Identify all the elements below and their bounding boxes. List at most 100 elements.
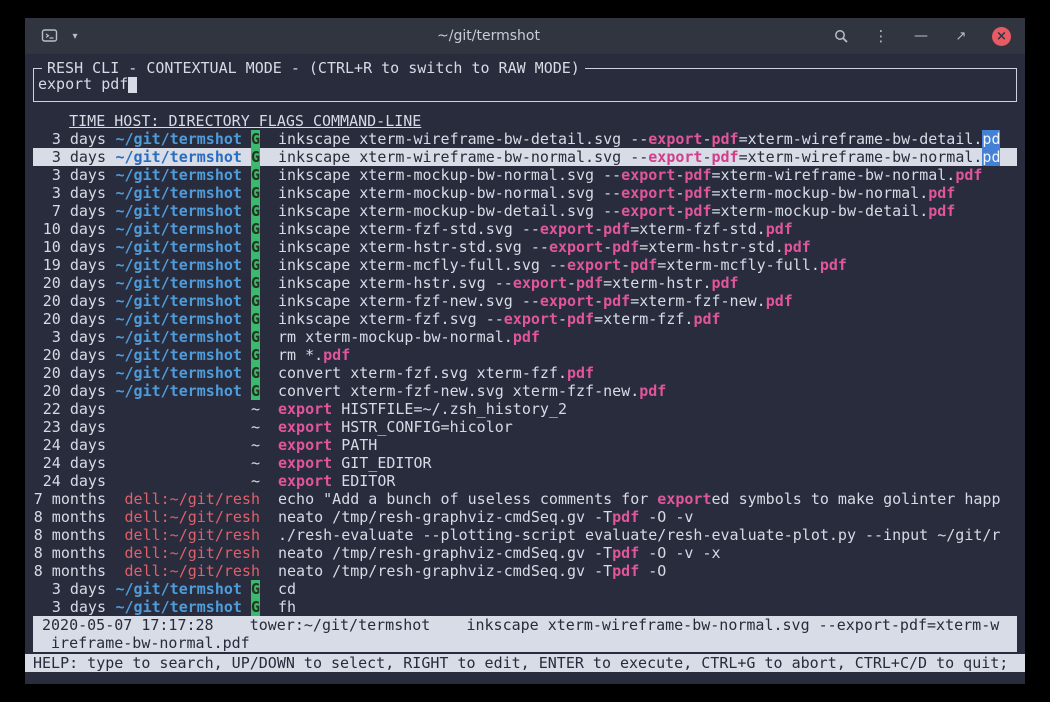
row-time: 3 days — [33, 328, 106, 346]
row-host-dir: ~/git/termshot G — [115, 274, 260, 292]
history-row[interactable]: 3 days ~/git/termshot G rm xterm-mockup-bw… — [33, 328, 1017, 346]
git-flag-badge: G — [251, 202, 260, 220]
row-command: export HISTFILE=~/.zsh_history_2 — [278, 400, 1017, 418]
row-host-dir: ~/git/termshot G — [115, 220, 260, 238]
row-host-dir: ~/git/termshot G — [115, 328, 260, 346]
history-row[interactable]: 8 monthsdell:~/git/resh./resh-evaluate -… — [33, 526, 1017, 544]
row-host-dir: ~/git/termshot G — [115, 202, 260, 220]
restore-button[interactable]: ↗ — [952, 27, 970, 45]
window-title: ~/git/termshot — [145, 28, 832, 44]
row-time: 8 months — [33, 508, 106, 526]
row-host-dir: ~ — [115, 436, 260, 454]
menu-icon[interactable]: ⋮ — [872, 27, 890, 45]
history-row[interactable]: 20 days~/git/termshot Ginkscape xterm-fz… — [33, 292, 1017, 310]
history-row[interactable]: 23 days~export HSTR_CONFIG=hicolor — [33, 418, 1017, 436]
search-icon[interactable] — [832, 27, 850, 45]
row-host-dir: ~/git/termshot G — [115, 346, 260, 364]
terminal-content: RESH CLI - CONTEXTUAL MODE - (CTRL+R to … — [25, 54, 1025, 652]
history-row[interactable]: 8 monthsdell:~/git/reshneato /tmp/resh-g… — [33, 544, 1017, 562]
titlebar: ▾ ~/git/termshot ⋮ — ↗ × — [25, 18, 1025, 54]
row-command: export HSTR_CONFIG=hicolor — [278, 418, 1017, 436]
detail-line-2: ireframe-bw-normal.pdf — [42, 634, 1017, 652]
row-command: rm xterm-mockup-bw-normal.pdf — [278, 328, 1017, 346]
history-row[interactable]: 20 days~/git/termshot Gconvert xterm-fzf… — [33, 364, 1017, 382]
history-row[interactable]: 24 days~export EDITOR — [33, 472, 1017, 490]
row-command: ./resh-evaluate --plotting-script evalua… — [278, 526, 1017, 544]
git-flag-badge: G — [251, 148, 260, 166]
search-box-title: RESH CLI - CONTEXTUAL MODE - (CTRL+R to … — [42, 59, 585, 77]
row-time: 19 days — [33, 256, 106, 274]
row-host-dir: ~/git/termshot G — [115, 184, 260, 202]
row-host-dir: ~/git/termshot G — [115, 598, 260, 616]
close-button[interactable]: × — [992, 27, 1011, 46]
history-row[interactable]: 10 days ~/git/termshot G inkscape xterm-hs… — [33, 238, 1017, 256]
history-row[interactable]: 8 months dell:~/git/resh neato /tmp/resh-g… — [33, 562, 1017, 580]
row-command: convert xterm-fzf.svg xterm-fzf.pdf — [278, 364, 1017, 382]
row-command: inkscape xterm-fzf-std.svg --export-pdf=… — [278, 220, 1017, 238]
row-command: inkscape xterm-hstr-std.svg --export-pdf… — [278, 238, 1017, 256]
row-host-dir: ~/git/termshot G — [115, 382, 260, 400]
row-host-dir: ~ — [115, 472, 260, 490]
row-time: 10 days — [33, 238, 106, 256]
row-command: fh — [278, 598, 1017, 616]
row-host-dir: dell:~/git/resh — [115, 526, 260, 544]
row-command: neato /tmp/resh-graphviz-cmdSeq.gv -Tpdf… — [278, 544, 1017, 562]
row-host-dir: dell:~/git/resh — [115, 562, 260, 580]
row-time: 3 days — [33, 184, 106, 202]
git-flag-badge: G — [251, 292, 260, 310]
search-query-text: export pdf — [38, 75, 128, 93]
history-row[interactable]: 3 days~/git/termshot Gcd — [33, 580, 1017, 598]
row-host-dir: ~/git/termshot G — [115, 238, 260, 256]
history-row[interactable]: 20 days~/git/termshot Ginkscape xterm-hs… — [33, 274, 1017, 292]
history-row[interactable]: 24 days~export GIT_EDITOR — [33, 454, 1017, 472]
detail-line-1: 2020-05-07 17:17:28 tower:~/git/termshot… — [42, 616, 1017, 634]
history-row[interactable]: 8 monthsdell:~/git/reshneato /tmp/resh-g… — [33, 508, 1017, 526]
row-time: 3 days — [33, 580, 106, 598]
git-flag-badge: G — [251, 220, 260, 238]
history-row[interactable]: 19 days~/git/termshot Ginkscape xterm-mc… — [33, 256, 1017, 274]
history-row[interactable]: 20 days~/git/termshot Gconvert xterm-fzf… — [33, 382, 1017, 400]
row-command: inkscape xterm-wireframe-bw-detail.svg -… — [278, 130, 1017, 148]
git-flag-badge: G — [251, 346, 260, 364]
dropdown-caret-icon[interactable]: ▾ — [66, 27, 84, 45]
git-flag-badge: G — [251, 364, 260, 382]
row-time: 22 days — [33, 400, 106, 418]
minimize-button[interactable]: — — [912, 27, 930, 45]
history-row[interactable]: 3 days ~/git/termshot G inkscape xterm-wir… — [33, 130, 1017, 148]
git-flag-badge: G — [251, 184, 260, 202]
history-row[interactable]: 22 days~export HISTFILE=~/.zsh_history_2 — [33, 400, 1017, 418]
row-time: 8 months — [33, 562, 106, 580]
row-time: 8 months — [33, 544, 106, 562]
row-time: 7 days — [33, 202, 106, 220]
history-row[interactable]: 3 days~/git/termshot Ginkscape xterm-wir… — [33, 148, 1017, 166]
history-row[interactable]: 3 days~/git/termshot Ginkscape xterm-moc… — [33, 166, 1017, 184]
history-row[interactable]: 7 days~/git/termshot Ginkscape xterm-moc… — [33, 202, 1017, 220]
git-flag-badge: G — [251, 256, 260, 274]
row-command: neato /tmp/resh-graphviz-cmdSeq.gv -Tpdf… — [278, 562, 1017, 580]
row-host-dir: ~/git/termshot G — [115, 130, 260, 148]
history-row[interactable]: 20 days~/git/termshot Ginkscape xterm-fz… — [33, 310, 1017, 328]
row-time: 20 days — [33, 346, 106, 364]
row-time: 20 days — [33, 382, 106, 400]
history-row[interactable]: 24 days~export PATH — [33, 436, 1017, 454]
new-terminal-icon[interactable] — [41, 27, 59, 45]
search-box[interactable]: RESH CLI - CONTEXTUAL MODE - (CTRL+R to … — [33, 68, 1017, 102]
row-command: inkscape xterm-fzf.svg --export-pdf=xter… — [278, 310, 1017, 328]
history-row[interactable]: 10 days~/git/termshot Ginkscape xterm-fz… — [33, 220, 1017, 238]
help-bar: HELP: type to search, UP/DOWN to select,… — [25, 654, 1025, 672]
history-row[interactable]: 3 days ~/git/termshot G fh — [33, 598, 1017, 616]
row-time: 3 days — [33, 598, 106, 616]
row-host-dir: ~ — [115, 454, 260, 472]
table-header-labels: TIME HOST: DIRECTORY FLAGS COMMAND-LINE — [69, 112, 421, 130]
history-row[interactable]: 7 monthsdell:~/git/reshecho "Add a bunch… — [33, 490, 1017, 508]
row-command: inkscape xterm-mockup-bw-normal.svg --ex… — [278, 184, 1017, 202]
row-host-dir: dell:~/git/resh — [115, 508, 260, 526]
history-row[interactable]: 20 days~/git/termshot Grm *.pdf — [33, 346, 1017, 364]
row-host-dir: ~/git/termshot G — [115, 148, 260, 166]
row-host-dir: ~/git/termshot G — [115, 580, 260, 598]
row-command: export PATH — [278, 436, 1017, 454]
row-time: 3 days — [33, 130, 106, 148]
history-row[interactable]: 3 days ~/git/termshot G inkscape xterm-moc… — [33, 184, 1017, 202]
row-host-dir: ~/git/termshot G — [115, 256, 260, 274]
row-command: inkscape xterm-wireframe-bw-normal.svg -… — [278, 148, 1017, 166]
